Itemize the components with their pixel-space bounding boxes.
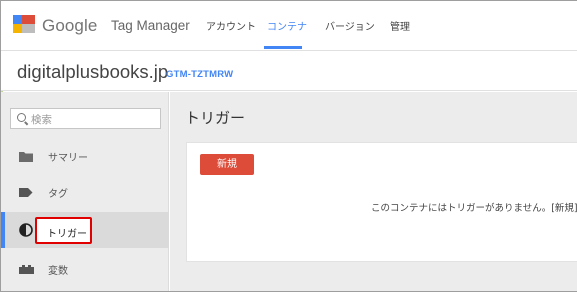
search-placeholder: 検索 <box>31 114 52 126</box>
active-indicator <box>1 212 5 248</box>
sidebar-item-tags[interactable]: タグ <box>1 175 169 211</box>
sidebar-item-label: サマリー <box>48 153 88 164</box>
nav-active-indicator <box>264 46 302 49</box>
sidebar-item-summary[interactable]: サマリー <box>1 139 169 175</box>
top-bar: Google Tag Manager アカウント コンテナ バージョン 管理 <box>1 1 577 51</box>
nav-versions[interactable]: バージョン <box>325 18 375 33</box>
nav-container[interactable]: コンテナ <box>267 18 307 33</box>
container-name[interactable]: digitalplusbooks.jp <box>17 61 168 83</box>
new-trigger-button[interactable]: 新規 <box>200 154 254 175</box>
sidebar-item-label: タグ <box>48 189 68 200</box>
sidebar-item-label: 変数 <box>48 266 68 277</box>
search-icon <box>17 113 26 122</box>
nav-admin[interactable]: 管理 <box>390 18 410 33</box>
empty-state-message: このコンテナにはトリガーがありません。[新規] を <box>371 203 577 214</box>
sidebar-item-variables[interactable]: 変数 <box>1 252 169 288</box>
brand-product[interactable]: Tag Manager <box>111 18 190 33</box>
brand-google[interactable]: Google <box>42 16 97 36</box>
search-input[interactable]: 検索 <box>10 108 161 129</box>
page-title: トリガー <box>185 109 246 127</box>
app-window: Google Tag Manager アカウント コンテナ バージョン 管理 d… <box>0 0 577 292</box>
sidebar-item-label[interactable]: トリガー <box>47 225 87 240</box>
gtm-logo-icon[interactable] <box>13 15 37 33</box>
variables-icon <box>19 265 34 274</box>
folder-icon <box>19 152 33 162</box>
nav-account[interactable]: アカウント <box>206 18 256 33</box>
tag-icon <box>19 188 33 197</box>
container-id: GTM-TZTMRW <box>166 69 234 80</box>
trigger-icon <box>19 223 33 237</box>
